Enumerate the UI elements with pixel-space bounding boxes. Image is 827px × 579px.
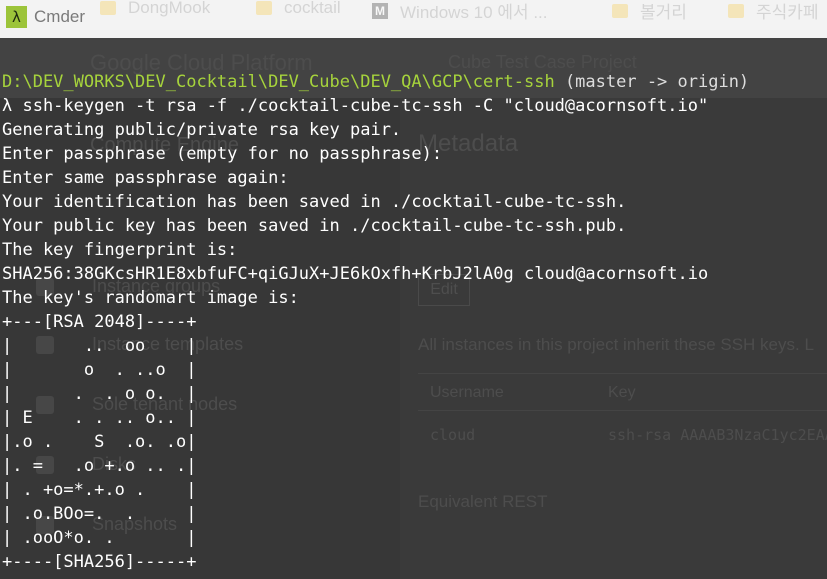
window-title: Cmder [34,7,86,26]
randomart-line: |.o . S .o. .o| [2,432,197,452]
command-line: λ ssh-keygen -t rsa -f ./cocktail-cube-t… [2,96,709,116]
output-line: Enter same passphrase again: [2,168,289,188]
prompt-line: D:\DEV_WORKS\DEV_Cocktail\DEV_Cube\DEV_Q… [2,70,749,94]
prompt-branch: (master -> origin) [564,72,750,92]
output-line: The key's randomart image is: [2,288,299,308]
cmder-lambda-icon: λ [6,6,27,28]
title-bar: λ Cmder DongMook cocktail M Windows 10 에서… [0,0,827,38]
background-tab[interactable]: 주식카페 [728,0,819,20]
background-tab-strip: DongMook cocktail M Windows 10 에서 ... 볼거리… [100,0,827,20]
randomart-line: | . . o o. | [2,384,197,404]
randomart-line: | . +o=*.+.o . | [2,480,197,500]
output-line: Your identification has been saved in ./… [2,192,627,212]
randomart-line: +---[RSA 2048]----+ [2,312,197,332]
output-line: Enter passphrase (empty for no passphras… [2,144,443,164]
background-tab[interactable]: 볼거리 [612,0,687,20]
folder-icon [728,3,744,18]
randomart-line: | .o.BOo=. . | [2,504,197,524]
m-icon: M [372,2,388,19]
background-tab-label: DongMook [128,0,211,17]
background-tab-label: 볼거리 [640,3,687,20]
folder-icon [100,1,116,15]
background-tab[interactable]: cocktail [256,0,341,18]
randomart-line: |. = .o +.o .. .| [2,456,197,476]
folder-icon [256,1,272,15]
randomart-line: | E . . .. o.. | [2,408,197,428]
background-tab-label: Windows 10 에서 ... [400,3,548,20]
background-tab[interactable]: M Windows 10 에서 ... [372,0,548,20]
randomart-line: | o . ..o | [2,360,197,380]
fingerprint-line: SHA256:38GKcsHR1E8xbfuFC+qiGJuX+JE6kOxfh… [2,264,709,284]
output-line: Generating public/private rsa key pair. [2,120,402,140]
output-line: Your public key has been saved in ./cock… [2,216,627,236]
randomart-line: | .. oo | [2,336,197,356]
background-tab-label: 주식카페 [756,3,819,20]
randomart-line: | .ooO*o. . | [2,528,197,548]
folder-icon [612,3,628,18]
background-tab-label: cocktail [284,0,341,17]
output-line: The key fingerprint is: [2,240,238,260]
terminal-output[interactable]: D:\DEV_WORKS\DEV_Cocktail\DEV_Cube\DEV_Q… [0,38,827,579]
prompt-path: D:\DEV_WORKS\DEV_Cocktail\DEV_Cube\DEV_Q… [2,72,555,92]
background-tab[interactable]: DongMook [100,0,210,18]
randomart-line: +----[SHA256]-----+ [2,552,197,572]
